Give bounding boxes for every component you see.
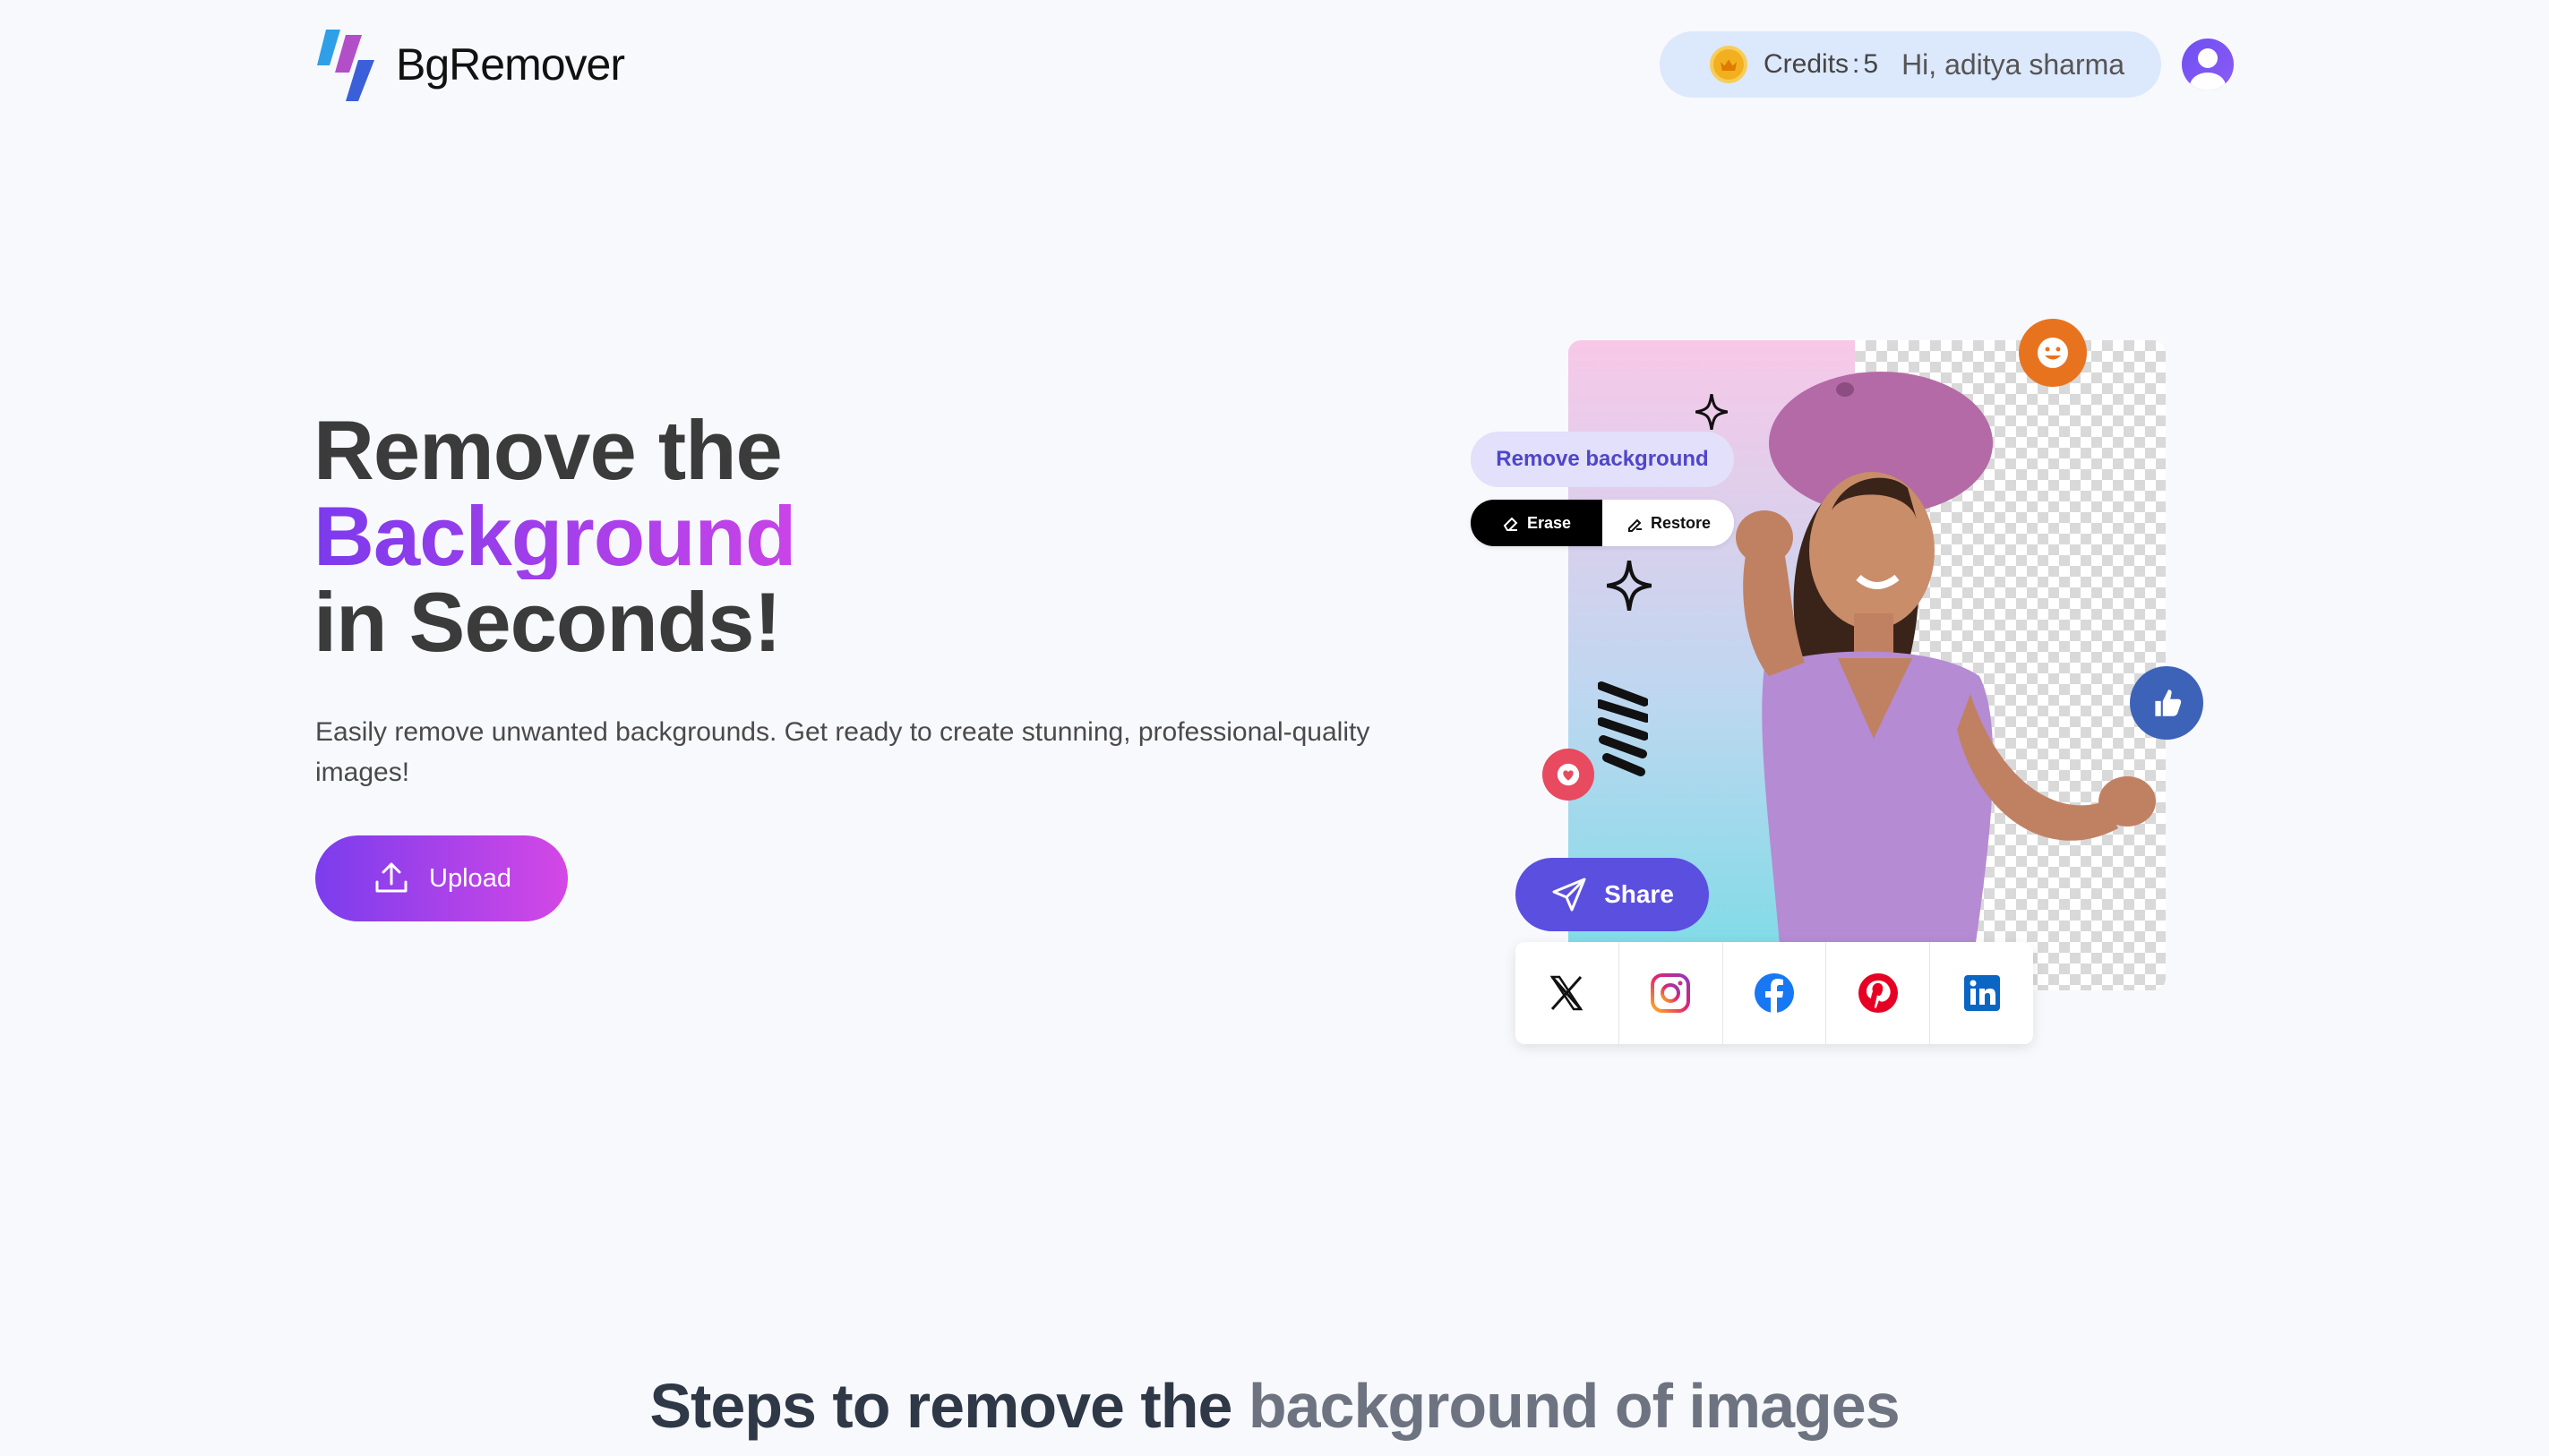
steps-heading: Steps to remove the background of images <box>0 1370 2549 1442</box>
erase-button[interactable]: Erase <box>1471 500 1602 546</box>
credits-separator: : <box>1852 49 1860 79</box>
heart-icon <box>1542 749 1594 801</box>
x-icon <box>1550 975 1583 1011</box>
upload-label: Upload <box>429 863 511 893</box>
user-avatar[interactable] <box>2182 39 2234 90</box>
credits-value: 5 <box>1863 49 1879 79</box>
logo-text: BgRemover <box>396 39 625 90</box>
steps-heading-part2: background of images <box>1248 1371 1901 1441</box>
restore-button[interactable]: Restore <box>1602 500 1734 546</box>
credits-pill[interactable]: Credits : 5 Hi, aditya sharma <box>1660 31 2161 98</box>
sparkle-icon <box>1695 394 1728 430</box>
hero-title-accent: Background <box>313 489 796 583</box>
pinterest-icon <box>1858 973 1898 1013</box>
credits-count: Credits : 5 <box>1764 49 1878 80</box>
smiley-icon <box>2019 319 2087 387</box>
erase-restore-toggle: Erase Restore <box>1471 500 1734 546</box>
brand-logo[interactable]: BgRemover <box>317 25 625 104</box>
send-icon <box>1552 878 1586 912</box>
facebook-icon <box>1754 973 1794 1013</box>
steps-heading-part1: Steps to remove the <box>649 1371 1232 1441</box>
thumbs-up-icon <box>2130 666 2203 740</box>
share-label: Share <box>1604 880 1674 908</box>
upload-icon <box>375 862 408 893</box>
share-button[interactable]: Share <box>1515 858 1709 931</box>
share-instagram[interactable] <box>1619 942 1723 1044</box>
upload-button[interactable]: Upload <box>315 835 568 921</box>
share-pinterest[interactable] <box>1826 942 1931 1044</box>
logo-icon <box>317 30 374 101</box>
user-greeting: Hi, aditya sharma <box>1901 47 2125 81</box>
sparkle-icon <box>1607 561 1652 611</box>
remove-background-button[interactable]: Remove background <box>1471 432 1734 487</box>
share-facebook[interactable] <box>1723 942 1827 1044</box>
linkedin-icon <box>1963 975 2000 1011</box>
credits-label: Credits <box>1764 49 1850 79</box>
share-x[interactable] <box>1515 942 1619 1044</box>
erase-label: Erase <box>1526 513 1572 532</box>
hero-title: Remove the Background in Seconds! <box>313 403 796 669</box>
restore-label: Restore <box>1650 513 1712 532</box>
social-share-bar <box>1515 942 2033 1044</box>
hero-title-line1: Remove the <box>313 403 783 497</box>
scribble-decoration <box>1598 681 1648 776</box>
share-linkedin[interactable] <box>1930 942 2033 1044</box>
eraser-icon <box>1503 517 1518 531</box>
coin-icon <box>1710 46 1747 83</box>
brush-icon <box>1627 518 1642 532</box>
hero-description: Easily remove unwanted backgrounds. Get … <box>315 717 1370 787</box>
instagram-icon <box>1651 973 1691 1013</box>
hero-title-line3: in Seconds! <box>313 575 782 669</box>
